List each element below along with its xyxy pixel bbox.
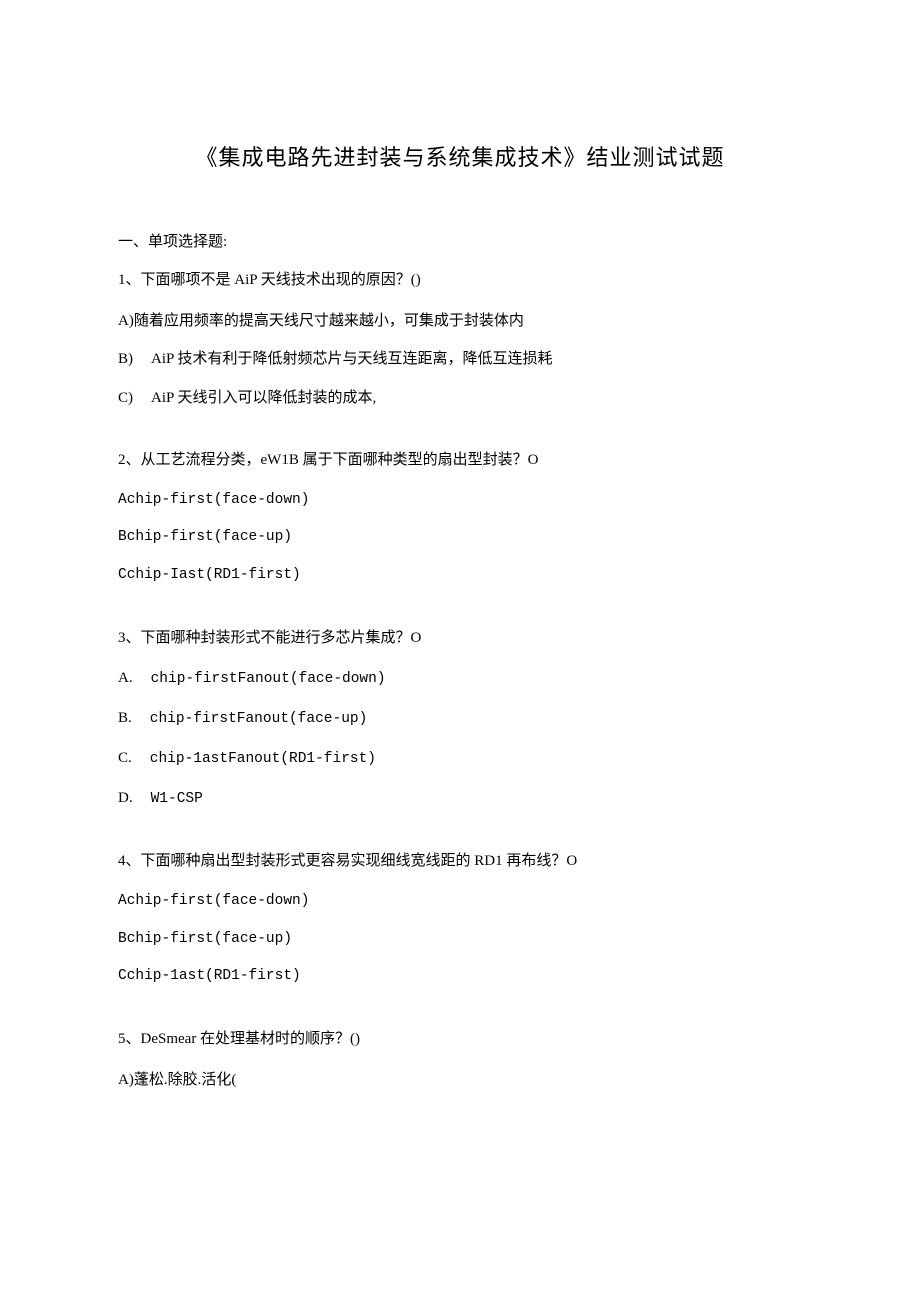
option-a: A. chip-firstFanout(face-down): [118, 667, 802, 691]
option-label: B): [118, 348, 133, 371]
option-text: W1-CSP: [151, 791, 203, 807]
option-label: C.: [118, 747, 132, 770]
document-page: 《集成电路先进封装与系统集成技术》结业测试试题 一、单项选择题: 1、下面哪项不…: [0, 0, 920, 1191]
question-stem: 1、下面哪项不是 AiP 天线技术出现的原因？(): [118, 269, 802, 292]
option-b: Bchip-first(face-up): [118, 527, 802, 549]
option-a: Achip-first(face-down): [118, 891, 802, 913]
option-d: D. W1-CSP: [118, 787, 802, 811]
option-c: C) AiP 天线引入可以降低封装的成本,: [118, 387, 802, 410]
option-b: Bchip-first(face-up): [118, 929, 802, 951]
option-label: A.: [118, 667, 133, 690]
option-a: A)蓬松.除胶.活化(: [118, 1069, 802, 1092]
option-c: Cchip-1ast(RD1-first): [118, 966, 802, 988]
question-stem: 3、下面哪种封装形式不能进行多芯片集成？O: [118, 627, 802, 650]
question-block-3: 3、下面哪种封装形式不能进行多芯片集成？O A. chip-firstFanout…: [118, 627, 802, 811]
option-text: chip-firstFanout(face-up): [150, 711, 368, 727]
option-a: A)随着应用频率的提高天线尺寸越来越小，可集成于封装体内: [118, 310, 802, 333]
question-block-1: 1、下面哪项不是 AiP 天线技术出现的原因？() A)随着应用频率的提高天线尺…: [118, 269, 802, 409]
option-c: Cchip-Iast(RD1-first): [118, 565, 802, 587]
question-block-2: 2、从工艺流程分类，eW1B 属于下面哪种类型的扇出型封装？O Achip-fi…: [118, 449, 802, 587]
page-title: 《集成电路先进封装与系统集成技术》结业测试试题: [118, 140, 802, 172]
option-label: C): [118, 387, 133, 410]
option-text: chip-firstFanout(face-down): [151, 671, 386, 687]
option-a: Achip-first(face-down): [118, 490, 802, 512]
question-block-5: 5、DeSmear 在处理基材时的顺序？() A)蓬松.除胶.活化(: [118, 1028, 802, 1091]
option-c: C. chip-1astFanout(RD1-first): [118, 747, 802, 771]
option-label: D.: [118, 787, 133, 810]
option-label: B.: [118, 707, 132, 730]
question-stem: 5、DeSmear 在处理基材时的顺序？(): [118, 1028, 802, 1051]
option-text: AiP 技术有利于降低射频芯片与天线互连距离，降低互连损耗: [151, 351, 553, 367]
section-header: 一、单项选择题:: [118, 230, 802, 251]
question-block-4: 4、下面哪种扇出型封装形式更容易实现细线宽线距的 RD1 再布线？O Achip…: [118, 850, 802, 988]
option-text: AiP 天线引入可以降低封装的成本,: [151, 390, 376, 406]
question-stem: 4、下面哪种扇出型封装形式更容易实现细线宽线距的 RD1 再布线？O: [118, 850, 802, 873]
option-text: chip-1astFanout(RD1-first): [150, 751, 376, 767]
question-stem: 2、从工艺流程分类，eW1B 属于下面哪种类型的扇出型封装？O: [118, 449, 802, 472]
option-b: B. chip-firstFanout(face-up): [118, 707, 802, 731]
option-b: B) AiP 技术有利于降低射频芯片与天线互连距离，降低互连损耗: [118, 348, 802, 371]
